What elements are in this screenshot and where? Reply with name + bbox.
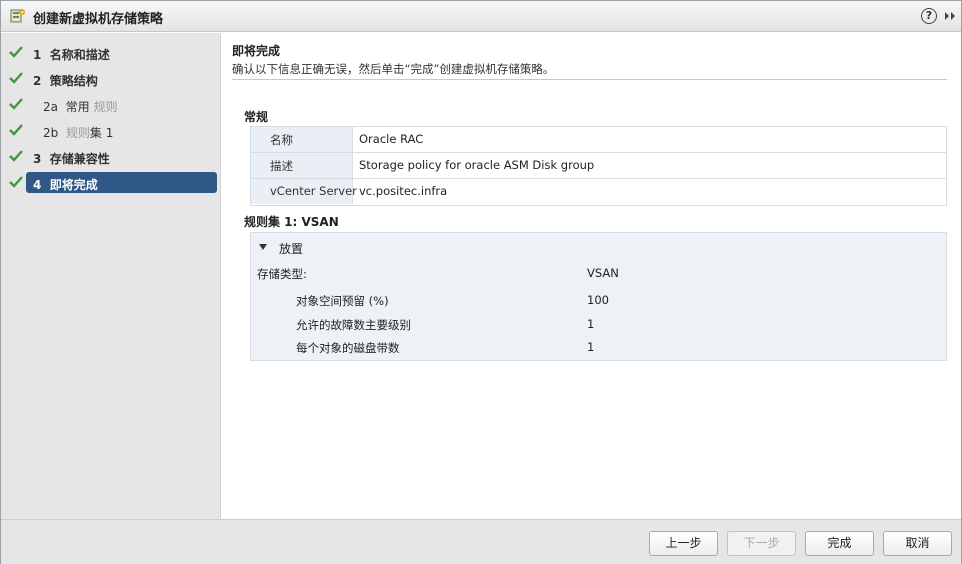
main-content: 即将完成 确认以下信息正确无误，然后单击“完成”创建虚拟机存储策略。 常规 名称… xyxy=(222,33,961,519)
step-label: 1 名称和描述 xyxy=(33,48,110,62)
wizard-dialog: 创建新虚拟机存储策略 ? 1 名称和描述 2 策略结构 2a 常用 规则 2b … xyxy=(0,0,962,564)
rule-name: 允许的故障数主要级别 xyxy=(296,318,411,332)
check-icon xyxy=(9,124,23,136)
step-policy-structure[interactable]: 2 策略结构 xyxy=(1,68,221,90)
check-icon xyxy=(9,150,23,162)
cancel-button[interactable]: 取消 xyxy=(883,531,952,556)
ruleset-panel: 放置 存储类型: VSAN 对象空间预留 (%) 100 允许的故障数主要级别 … xyxy=(250,232,947,361)
divider xyxy=(232,79,947,80)
table-row: 描述 Storage policy for oracle ASM Disk gr… xyxy=(251,153,946,179)
check-icon xyxy=(9,98,23,110)
row-value: Oracle RAC xyxy=(359,132,424,146)
step-label: 4 即将完成 xyxy=(33,178,98,192)
row-value: vc.positec.infra xyxy=(359,184,448,198)
page-title: 即将完成 xyxy=(232,44,281,58)
wizard-steps-sidebar: 1 名称和描述 2 策略结构 2a 常用 规则 2b 规则集 1 3 存储兼容性… xyxy=(1,33,221,519)
table-row: 名称 Oracle RAC xyxy=(251,127,946,153)
storage-type-label: 存储类型: xyxy=(257,267,307,281)
storage-policy-icon xyxy=(10,9,25,23)
next-button[interactable]: 下一步 xyxy=(727,531,796,556)
check-icon xyxy=(9,46,23,58)
row-key: vCenter Server xyxy=(251,179,357,204)
step-name-description[interactable]: 1 名称和描述 xyxy=(1,42,221,64)
expand-icon[interactable] xyxy=(943,8,957,24)
step-label: 2a 常用 规则 xyxy=(43,100,118,114)
caret-down-icon xyxy=(259,244,267,250)
dialog-title: 创建新虚拟机存储策略 xyxy=(33,12,164,27)
row-value: Storage policy for oracle ASM Disk group xyxy=(359,158,595,172)
help-icon[interactable]: ? xyxy=(921,8,937,24)
title-bar: 创建新虚拟机存储策略 ? xyxy=(1,1,961,32)
rule-name: 每个对象的磁盘带数 xyxy=(296,341,400,355)
rule-value: 1 xyxy=(587,317,595,331)
rule-value: 100 xyxy=(587,293,609,307)
step-ready-to-complete[interactable]: 4 即将完成 xyxy=(1,172,221,194)
page-description: 确认以下信息正确无误，然后单击“完成”创建虚拟机存储策略。 xyxy=(232,62,555,76)
ruleset-title: 规则集 1: VSAN xyxy=(244,215,339,229)
step-ruleset-1[interactable]: 2b 规则集 1 xyxy=(1,120,221,142)
step-label: 2b 规则集 1 xyxy=(43,126,114,140)
rule-value: 1 xyxy=(587,340,595,354)
check-icon xyxy=(9,176,23,188)
back-button[interactable]: 上一步 xyxy=(649,531,718,556)
table-row: vCenter Server vc.positec.infra xyxy=(251,179,946,205)
row-key: 名称 xyxy=(251,127,353,152)
placement-label: 放置 xyxy=(279,242,304,256)
step-label: 3 存储兼容性 xyxy=(33,152,110,166)
finish-button[interactable]: 完成 xyxy=(805,531,874,556)
general-properties-table: 名称 Oracle RAC 描述 Storage policy for orac… xyxy=(250,126,947,206)
storage-type-value: VSAN xyxy=(587,266,619,280)
step-label: 2 策略结构 xyxy=(33,74,98,88)
step-storage-compatibility[interactable]: 3 存储兼容性 xyxy=(1,146,221,168)
dialog-footer: 上一步 下一步 完成 取消 xyxy=(1,519,961,564)
rule-name: 对象空间预留 (%) xyxy=(296,294,389,308)
check-icon xyxy=(9,72,23,84)
general-section-title: 常规 xyxy=(244,110,269,124)
row-key: 描述 xyxy=(251,153,353,178)
step-common-rules[interactable]: 2a 常用 规则 xyxy=(1,94,221,116)
